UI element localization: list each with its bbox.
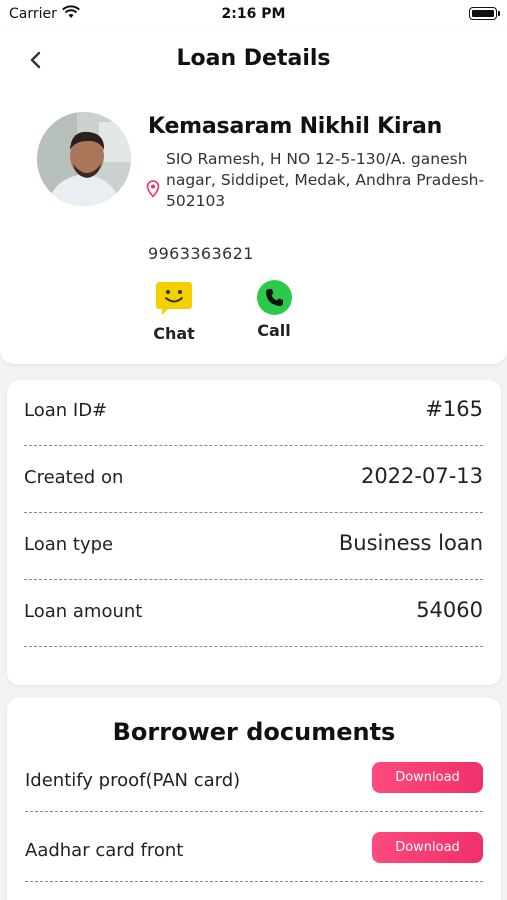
loan-type-row: Loan type Business loan — [24, 514, 483, 580]
download-button[interactable]: Download — [372, 762, 483, 793]
documents-title: Borrower documents — [112, 718, 396, 746]
location-pin-icon — [146, 180, 160, 198]
status-bar: Carrier 2:16 PM — [0, 0, 507, 28]
download-button[interactable]: Download — [372, 832, 483, 863]
document-label: Identify proof(PAN card) — [25, 770, 241, 791]
document-label: Aadhar card front — [25, 840, 184, 861]
row-label: Loan amount — [24, 601, 143, 622]
row-value: 54060 — [416, 598, 483, 622]
row-value: 2022-07-13 — [360, 464, 483, 488]
row-value: Business loan — [338, 531, 483, 555]
call-button[interactable]: Call — [239, 280, 309, 340]
document-row-aadhar-front: Aadhar card front Download — [25, 832, 483, 882]
page-title: Loan Details — [176, 46, 331, 71]
smiley-chat-icon — [156, 282, 192, 315]
loan-info-card: Loan ID# #165 Created on 2022-07-13 Loan… — [7, 380, 501, 685]
status-time: 2:16 PM — [221, 6, 286, 22]
avatar — [37, 112, 131, 206]
borrower-phone: 9963363621 — [148, 244, 254, 263]
loan-id-row: Loan ID# #165 — [24, 380, 483, 446]
phone-icon — [256, 280, 292, 315]
battery-icon — [469, 7, 500, 20]
borrower-documents-card: Borrower documents Identify proof(PAN ca… — [7, 698, 501, 900]
document-row-pan: Identify proof(PAN card) Download — [25, 762, 483, 812]
borrower-address: SIO Ramesh, H NO 12-5-130/A. ganesh naga… — [166, 150, 485, 210]
call-label: Call — [257, 321, 291, 340]
row-label: Loan ID# — [24, 400, 108, 421]
profile-photo — [37, 112, 131, 206]
row-label: Created on — [24, 467, 124, 488]
loan-amount-row: Loan amount 54060 — [24, 581, 483, 647]
chat-label: Chat — [153, 324, 195, 343]
chat-button[interactable]: Chat — [139, 280, 209, 343]
row-value: #165 — [425, 397, 483, 421]
row-label: Loan type — [24, 534, 114, 555]
borrower-name: Kemasaram Nikhil Kiran — [148, 114, 443, 139]
borrower-header-card: Loan Details Kemasaram Nikhil Kiran SIO … — [0, 28, 507, 364]
created-on-row: Created on 2022-07-13 — [24, 447, 483, 513]
